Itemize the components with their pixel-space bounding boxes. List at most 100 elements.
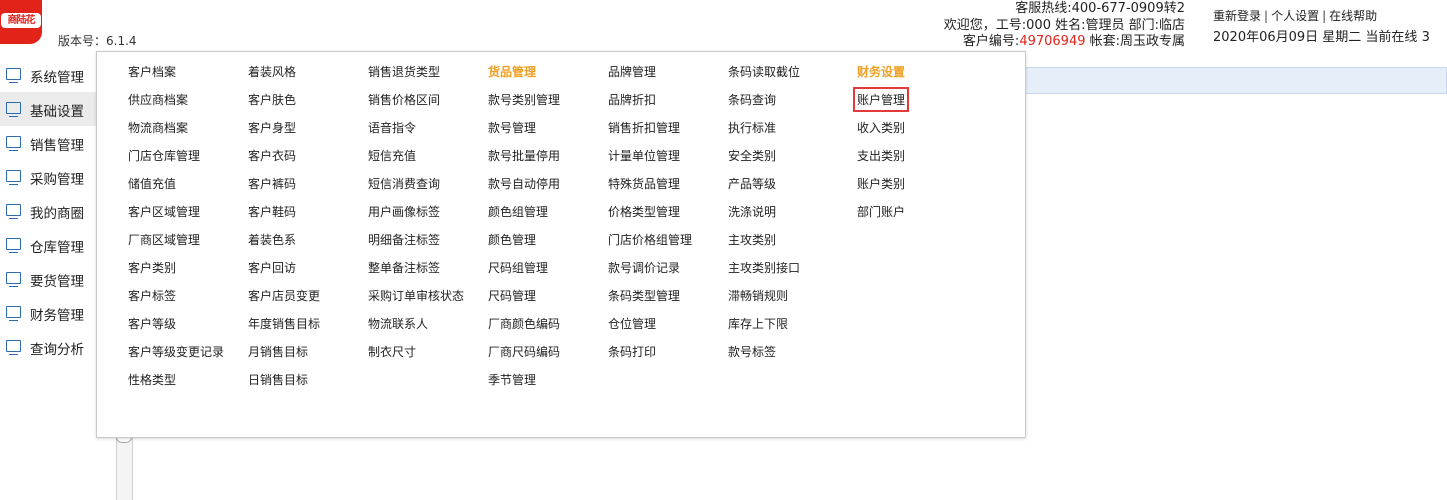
sidebar-item-warehouse[interactable]: 仓库管理: [0, 228, 100, 262]
menu-item[interactable]: 储值充值: [128, 175, 176, 192]
sidebar-item-label: 要货管理: [30, 274, 84, 290]
menu-item[interactable]: 仓位管理: [608, 315, 656, 332]
sidebar-item-requisition[interactable]: 要货管理: [0, 262, 100, 296]
menu-item[interactable]: 收入类别: [857, 119, 905, 136]
menu-item[interactable]: 着装风格: [248, 63, 296, 80]
menu-item[interactable]: 主攻类别接口: [728, 259, 800, 276]
menu-item[interactable]: 客户肤色: [248, 91, 296, 108]
menu-item[interactable]: 客户衣码: [248, 147, 296, 164]
menu-item[interactable]: 颜色组管理: [488, 203, 548, 220]
menu-item[interactable]: 条码类型管理: [608, 287, 680, 304]
menu-item[interactable]: 品牌管理: [608, 63, 656, 80]
sidebar-item-basic-settings[interactable]: 基础设置: [0, 92, 100, 126]
menu-item[interactable]: 客户店员变更: [248, 287, 320, 304]
menu-item[interactable]: 客户身型: [248, 119, 296, 136]
menu-item[interactable]: 厂商尺码编码: [488, 343, 560, 360]
menu-item[interactable]: 采购订单审核状态: [368, 287, 464, 304]
menu-item[interactable]: 客户类别: [128, 259, 176, 276]
menu-item[interactable]: 季节管理: [488, 371, 536, 388]
menu-item[interactable]: 日销售目标: [248, 371, 308, 388]
menu-item[interactable]: 计量单位管理: [608, 147, 680, 164]
sidebar-item-finance[interactable]: 财务管理: [0, 296, 100, 330]
sidebar-item-sales[interactable]: 销售管理: [0, 126, 100, 160]
menu-item[interactable]: 特殊货品管理: [608, 175, 680, 192]
sidebar-item-label: 我的商圈: [30, 206, 84, 222]
sidebar-item-query-analysis[interactable]: 查询分析: [0, 330, 100, 364]
menu-item[interactable]: 账户管理: [852, 87, 910, 112]
menu-item[interactable]: 门店价格组管理: [608, 231, 692, 248]
menu-item[interactable]: 销售价格区间: [368, 91, 440, 108]
menu-item[interactable]: 短信充值: [368, 147, 416, 164]
menu-item[interactable]: 着装色系: [248, 231, 296, 248]
menu-item[interactable]: 品牌折扣: [608, 91, 656, 108]
menu-item[interactable]: 年度销售目标: [248, 315, 320, 332]
menu-item[interactable]: 尺码管理: [488, 287, 536, 304]
sidebar-item-label: 财务管理: [30, 308, 84, 324]
menu-item[interactable]: 款号批量停用: [488, 147, 560, 164]
menu-item[interactable]: 性格类型: [128, 371, 176, 388]
menu-item[interactable]: 客户回访: [248, 259, 296, 276]
menu-item[interactable]: 款号自动停用: [488, 175, 560, 192]
menu-item[interactable]: 用户画像标签: [368, 203, 440, 220]
menu-item[interactable]: 销售退货类型: [368, 63, 440, 80]
menu-item[interactable]: 条码打印: [608, 343, 656, 360]
menu-item[interactable]: 款号标签: [728, 343, 776, 360]
menu-item[interactable]: 尺码组管理: [488, 259, 548, 276]
menu-item[interactable]: 执行标准: [728, 119, 776, 136]
top-header: 商陆花 版本号：6.1.4 客服热线:400-677-0909转2 欢迎您，工号…: [0, 0, 1447, 52]
menu-item[interactable]: 客户标签: [128, 287, 176, 304]
customer-no: 49706949: [1019, 34, 1086, 49]
menu-item[interactable]: 安全类别: [728, 147, 776, 164]
sidebar-item-business-circle[interactable]: 我的商圈: [0, 194, 100, 228]
menu-item[interactable]: 厂商颜色编码: [488, 315, 560, 332]
menu-item[interactable]: 款号调价记录: [608, 259, 680, 276]
sidebar-item-purchase[interactable]: 采购管理: [0, 160, 100, 194]
menu-heading: 货品管理: [488, 65, 537, 79]
menu-item[interactable]: 库存上下限: [728, 315, 788, 332]
menu-item[interactable]: 客户区域管理: [128, 203, 200, 220]
sidebar-item-label: 查询分析: [30, 342, 84, 358]
menu-item[interactable]: 款号管理: [488, 119, 536, 136]
menu-item[interactable]: 款号类别管理: [488, 91, 560, 108]
menu-item[interactable]: 门店仓库管理: [128, 147, 200, 164]
menu-item[interactable]: 条码查询: [728, 91, 776, 108]
online-help-link[interactable]: 在线帮助: [1329, 9, 1377, 23]
menu-item[interactable]: 主攻类别: [728, 231, 776, 248]
relogin-link[interactable]: 重新登录: [1213, 9, 1261, 23]
menu-item[interactable]: 滞畅销规则: [728, 287, 788, 304]
menu-item[interactable]: 物流商档案: [128, 119, 188, 136]
menu-item[interactable]: 短信消费查询: [368, 175, 440, 192]
user-info-block: 客服热线:400-677-0909转2 欢迎您，工号:000 姓名:管理员 部门…: [944, 1, 1185, 51]
menu-item[interactable]: 语音指令: [368, 119, 416, 136]
menu-item[interactable]: 物流联系人: [368, 315, 428, 332]
menu-item[interactable]: 制衣尺寸: [368, 343, 416, 360]
menu-item[interactable]: 价格类型管理: [608, 203, 680, 220]
header-right-block: 重新登录 | 个人设置 | 在线帮助 2020年06月09日 星期二 当前在线 3: [1213, 6, 1430, 48]
menu-item[interactable]: 颜色管理: [488, 231, 536, 248]
menu-item[interactable]: 整单备注标签: [368, 259, 440, 276]
menu-item[interactable]: 客户等级变更记录: [128, 343, 224, 360]
splitter-bar[interactable]: [116, 437, 133, 500]
monitor-icon: [6, 306, 21, 321]
menu-item[interactable]: 条码读取截位: [728, 63, 800, 80]
menu-item[interactable]: 客户等级: [128, 315, 176, 332]
personal-settings-link[interactable]: 个人设置: [1271, 9, 1319, 23]
menu-item[interactable]: 销售折扣管理: [608, 119, 680, 136]
menu-item[interactable]: 供应商档案: [128, 91, 188, 108]
menu-item[interactable]: 月销售目标: [248, 343, 308, 360]
menu-item[interactable]: 部门账户: [857, 203, 905, 220]
customer-no-label: 客户编号:: [962, 34, 1020, 49]
menu-item[interactable]: 账户类别: [857, 175, 905, 192]
menu-item[interactable]: 客户裤码: [248, 175, 296, 192]
menu-item[interactable]: 厂商区域管理: [128, 231, 200, 248]
menu-item[interactable]: 客户档案: [128, 63, 176, 80]
menu-item[interactable]: 客户鞋码: [248, 203, 296, 220]
hotline-text: 客服热线:400-677-0909转2: [1015, 1, 1185, 16]
monitor-icon: [6, 170, 21, 185]
menu-item[interactable]: 洗涤说明: [728, 203, 776, 220]
menu-item[interactable]: 产品等级: [728, 175, 776, 192]
menu-item[interactable]: 支出类别: [857, 147, 905, 164]
welcome-text: 欢迎您，工号:000 姓名:管理员 部门:临店: [943, 17, 1185, 33]
sidebar-item-system[interactable]: 系统管理: [0, 58, 100, 92]
menu-item[interactable]: 明细备注标签: [368, 231, 440, 248]
